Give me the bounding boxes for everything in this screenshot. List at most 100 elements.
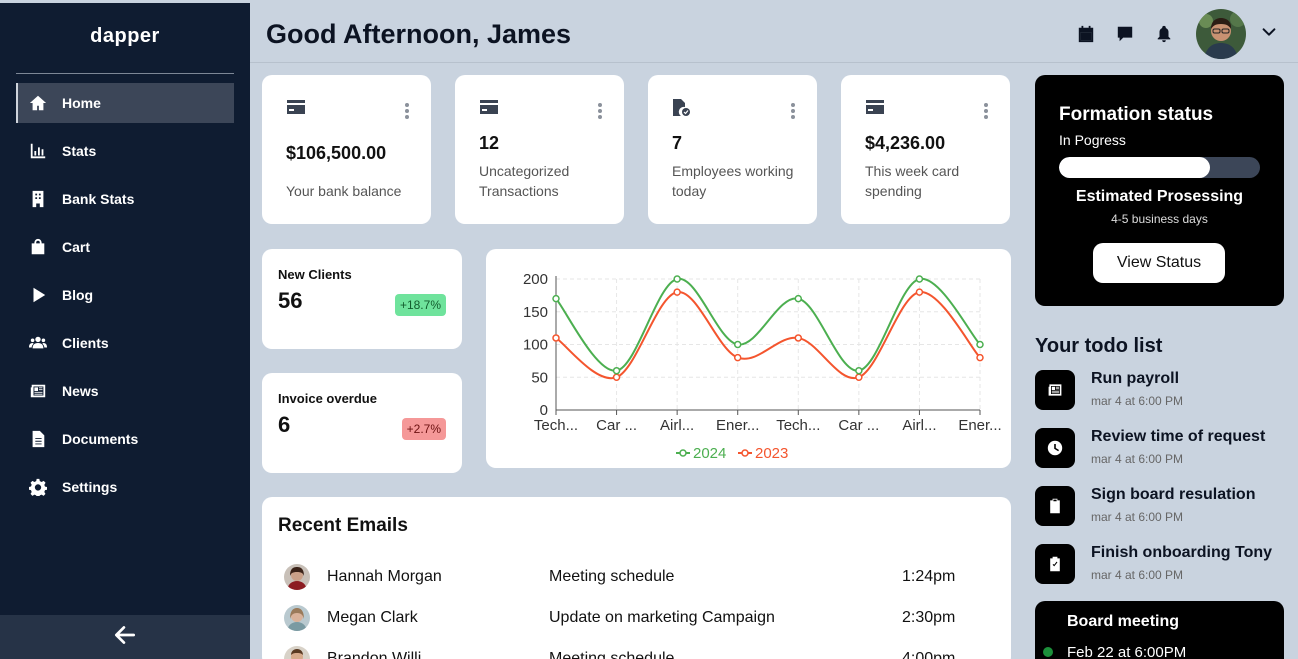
- email-time: 1:24pm: [902, 568, 956, 585]
- email-row[interactable]: Brandon Willi Meeting schedule 4:00pm: [284, 644, 984, 659]
- x-tick-label: Tech...: [534, 417, 578, 434]
- chevron-down-icon[interactable]: [1260, 23, 1278, 46]
- card-title: Formation status: [1059, 104, 1214, 125]
- message-icon[interactable]: [1112, 21, 1138, 47]
- avatar: [284, 605, 310, 631]
- data-point: [976, 340, 984, 349]
- credit-card-icon: [286, 99, 306, 115]
- avatar[interactable]: [1196, 9, 1246, 59]
- recent-emails-panel: Recent Emails Hannah Morgan Meeting sche…: [262, 497, 1011, 659]
- sidebar-item-blog[interactable]: Blog: [16, 275, 234, 315]
- todo-item[interactable]: Sign board resulation mar 4 at 6:00 PM: [1035, 486, 1295, 536]
- stat-label: Your bank balance: [286, 183, 402, 199]
- stat-value: 7: [672, 133, 683, 153]
- sidebar-item-stats[interactable]: Stats: [16, 131, 234, 171]
- data-point: [733, 353, 742, 362]
- status-dot: [1043, 647, 1053, 657]
- todo-name: Run payroll: [1091, 370, 1180, 387]
- progress-bar: [1059, 157, 1260, 178]
- more-options-icon[interactable]: [791, 103, 795, 121]
- todo-name: Review time of request: [1091, 428, 1266, 445]
- brand-logo[interactable]: dapper: [0, 25, 250, 48]
- board-meeting-card[interactable]: Board meeting Feb 22 at 6:00PM: [1035, 601, 1284, 659]
- sidebar-item-label: Stats: [62, 143, 97, 159]
- page-title: Good Afternoon, James: [266, 19, 572, 49]
- status-text: In Pogress: [1059, 132, 1126, 148]
- view-status-button[interactable]: View Status: [1093, 243, 1225, 283]
- todo-item[interactable]: Review time of request mar 4 at 6:00 PM: [1035, 428, 1295, 478]
- sidebar-item-label: Settings: [62, 479, 118, 495]
- sidebar-item-clients[interactable]: Clients: [16, 323, 234, 363]
- legend-marker-dot: [679, 449, 687, 457]
- data-point: [612, 366, 621, 375]
- data-point: [976, 353, 984, 362]
- email-row[interactable]: Hannah Morgan Meeting schedule 1:24pm: [284, 562, 984, 592]
- series-line-2023: [555, 291, 981, 380]
- data-point: [915, 275, 924, 283]
- todo-time: mar 4 at 6:00 PM: [1091, 452, 1184, 466]
- avatar: [284, 564, 310, 590]
- line-chart: 050100150200Tech... Car ... Airl... Ener...…: [523, 271, 1002, 462]
- stat-value: $4,236.00: [865, 133, 946, 153]
- data-point: [552, 334, 560, 342]
- formation-status-card: Formation status In Pogress Estimated Pr…: [1035, 75, 1284, 306]
- stat-card-card-spending: $4,236.00 This week card spending: [841, 75, 1010, 224]
- bell-icon[interactable]: [1151, 21, 1177, 47]
- todo-time: mar 4 at 6:00 PM: [1091, 510, 1184, 524]
- trend-badge: +2.7%: [401, 418, 446, 440]
- data-point: [612, 373, 621, 381]
- email-subject: Update on marketing Campaign: [549, 609, 775, 626]
- progress-fill: [1059, 157, 1210, 178]
- sidebar-item-home[interactable]: Home: [16, 83, 234, 123]
- sidebar-item-documents[interactable]: Documents: [16, 419, 234, 459]
- sidebar-item-news[interactable]: News: [16, 371, 234, 411]
- x-tick-label: Ener...: [958, 417, 1001, 434]
- more-options-icon[interactable]: [984, 103, 988, 121]
- todo-time: mar 4 at 6:00 PM: [1091, 394, 1184, 408]
- email-time: 4:00pm: [902, 650, 956, 659]
- y-tick-label: 50: [531, 369, 548, 386]
- data-point: [915, 288, 924, 296]
- todo-name: Finish onboarding Tony: [1091, 544, 1273, 561]
- sidebar-item-label: Home: [62, 95, 101, 111]
- stat-card-uncategorized: 12 Uncategorized Transactions: [455, 75, 624, 224]
- todo-item[interactable]: Run payroll mar 4 at 6:00 PM: [1035, 370, 1295, 420]
- email-subject: Meeting schedule: [549, 568, 675, 585]
- document-check-icon: [672, 99, 692, 116]
- email-row[interactable]: Megan Clark Update on marketing Campaign…: [284, 603, 984, 633]
- x-tick-label: Tech...: [776, 417, 820, 434]
- sidebar-item-settings[interactable]: Settings: [16, 467, 234, 507]
- sidebar: dapper Home Stats Bank Stats Cart Blog C…: [0, 3, 250, 659]
- data-point: [673, 275, 681, 283]
- calendar-icon[interactable]: [1073, 21, 1099, 47]
- new-clients-card: New Clients 56 +18.7%: [262, 249, 462, 349]
- credit-card-icon: [479, 99, 499, 115]
- clipboard-icon: [1035, 486, 1075, 526]
- x-tick-label: Airl...: [902, 417, 936, 434]
- section-title: Your todo list: [1035, 335, 1163, 357]
- section-title: Recent Emails: [278, 515, 408, 536]
- sidebar-item-cart[interactable]: Cart: [16, 227, 234, 267]
- more-options-icon[interactable]: [405, 103, 409, 121]
- top-bar: Good Afternoon, James: [250, 3, 1298, 63]
- users-icon: [28, 333, 48, 353]
- x-tick-label: Car ...: [838, 417, 879, 434]
- gear-icon: [28, 477, 48, 497]
- more-options-icon[interactable]: [598, 103, 602, 121]
- home-icon: [28, 93, 48, 113]
- stat-card-bank-balance: $106,500.00 Your bank balance: [262, 75, 431, 224]
- stat-value: 12: [479, 133, 500, 153]
- sidebar-item-label: Documents: [62, 431, 139, 447]
- email-sender: Hannah Morgan: [327, 568, 442, 585]
- sidebar-item-bank-stats[interactable]: Bank Stats: [16, 179, 234, 219]
- todo-item[interactable]: Finish onboarding Tony mar 4 at 6:00 PM: [1035, 544, 1295, 594]
- sidebar-item-label: Cart: [62, 239, 91, 255]
- x-tick-label: Ener...: [716, 417, 759, 434]
- card-title: Invoice overdue: [278, 391, 377, 406]
- bar-chart-icon: [28, 141, 48, 161]
- data-point: [855, 366, 863, 375]
- stat-value: $106,500.00: [286, 143, 387, 163]
- collapse-sidebar-button[interactable]: [0, 615, 250, 659]
- sidebar-item-label: Clients: [62, 335, 109, 351]
- todo-time: mar 4 at 6:00 PM: [1091, 568, 1184, 582]
